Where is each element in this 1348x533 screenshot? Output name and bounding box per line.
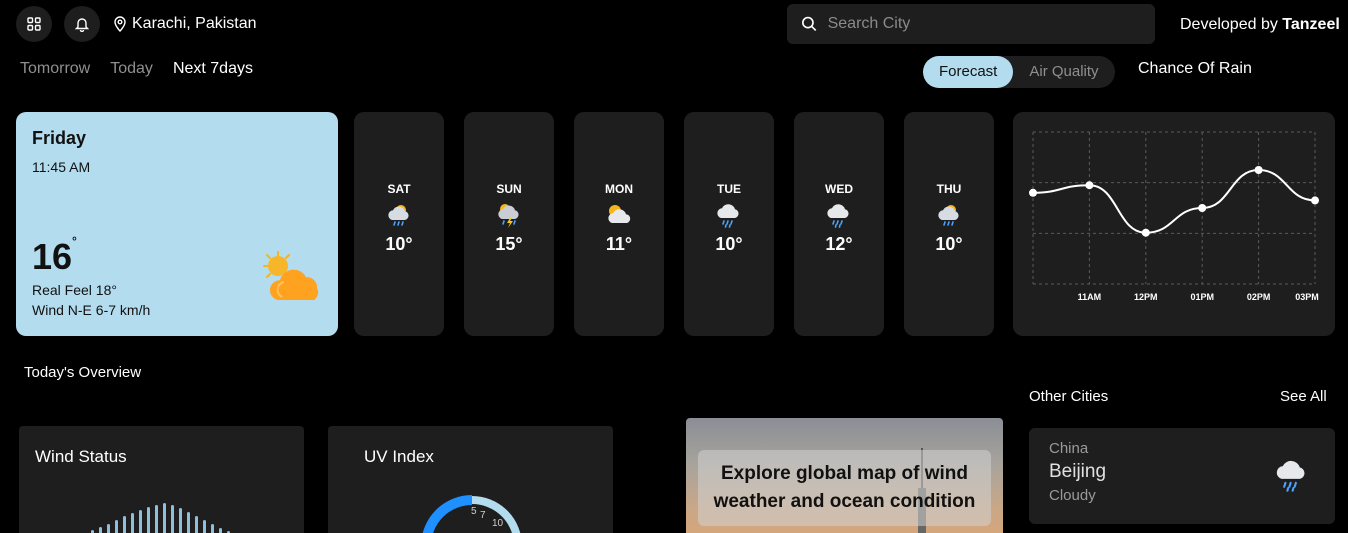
day-card-mon[interactable]: MON 11° bbox=[574, 112, 664, 336]
sun-cloud-icon bbox=[263, 251, 319, 300]
day-temp: 10° bbox=[385, 234, 413, 254]
day-card-tue[interactable]: TUE 10° bbox=[684, 112, 774, 336]
today-day: Friday bbox=[32, 128, 87, 148]
search-bar[interactable] bbox=[787, 4, 1155, 44]
day-card-wed[interactable]: WED 12° bbox=[794, 112, 884, 336]
chance-of-rain-title: Chance Of Rain bbox=[1138, 60, 1252, 77]
current-location[interactable]: Karachi, Pakistan bbox=[114, 15, 257, 33]
tab-today[interactable]: Today bbox=[110, 60, 153, 78]
search-input[interactable] bbox=[827, 15, 1141, 33]
day-name: SAT bbox=[387, 182, 411, 196]
apps-button[interactable] bbox=[16, 6, 52, 42]
day-name: MON bbox=[605, 182, 633, 196]
day-name: TUE bbox=[717, 182, 741, 196]
day-temp: 10° bbox=[715, 234, 743, 254]
chart-grid bbox=[1032, 131, 1316, 285]
day-card-sat[interactable]: SAT 10° bbox=[354, 112, 444, 336]
rain-cloud-icon bbox=[1276, 460, 1305, 492]
day-name: THU bbox=[936, 182, 962, 196]
forecast-toggle-button[interactable]: Forecast bbox=[923, 56, 1014, 88]
uv-tick-7: 7 bbox=[480, 510, 486, 521]
rain-data-point bbox=[1198, 204, 1207, 212]
today-temp-value: 16 bbox=[32, 236, 73, 277]
day-name: SUN bbox=[496, 182, 522, 196]
map-pin-icon bbox=[114, 16, 126, 32]
uv-index-card[interactable]: UV Index 5 7 10 bbox=[328, 426, 613, 533]
sun-cloud-icon bbox=[608, 205, 631, 223]
today-weather-card[interactable]: Friday 11:45 AM 16° Real Feel 18° Wind N… bbox=[16, 112, 338, 336]
developer-name: Tanzeel bbox=[1282, 16, 1340, 33]
wind-status-card[interactable]: Wind Status bbox=[19, 426, 304, 533]
developer-prefix: Developed by bbox=[1180, 16, 1278, 33]
x-tick-label: 12PM bbox=[1134, 292, 1158, 302]
week-forecast: SAT 10° SUN 15° MON 11° TUE 10° WED 12° … bbox=[354, 112, 994, 336]
global-map-banner[interactable]: Explore global map of wind weather and o… bbox=[686, 418, 1003, 533]
day-card-thu[interactable]: THU 10° bbox=[904, 112, 994, 336]
rain-data-point bbox=[1311, 196, 1319, 205]
rain-chart-svg: 11AM 12PM 01PM 02PM 03PM bbox=[1029, 131, 1319, 302]
other-cities-title: Other Cities bbox=[1029, 388, 1109, 405]
uv-tick-5: 5 bbox=[471, 506, 477, 517]
day-temp: 12° bbox=[825, 234, 853, 254]
day-temp: 15° bbox=[495, 234, 523, 254]
degree-symbol: ° bbox=[72, 234, 77, 248]
chance-of-rain-chart: 11AM 12PM 01PM 02PM 03PM bbox=[1013, 112, 1335, 336]
day-temp: 10° bbox=[935, 234, 963, 254]
developer-credit: Developed by Tanzeel bbox=[1180, 16, 1340, 34]
sun-storm-cloud-icon bbox=[498, 204, 519, 228]
uv-gauge-fill bbox=[422, 495, 473, 533]
day-card-sun[interactable]: SUN 15° bbox=[464, 112, 554, 336]
sun-rain-cloud-icon bbox=[388, 205, 409, 226]
notifications-button[interactable] bbox=[64, 6, 100, 42]
city-card-beijing[interactable]: China Beijing Cloudy bbox=[1029, 428, 1335, 524]
sun-rain-cloud-icon bbox=[938, 205, 959, 226]
rain-data-point bbox=[1141, 228, 1150, 237]
uv-index-title: UV Index bbox=[364, 447, 434, 466]
uv-gauge: 5 7 10 bbox=[422, 495, 521, 533]
grid-icon bbox=[27, 17, 41, 31]
rain-series-line bbox=[1032, 168, 1316, 234]
x-tick-label: 01PM bbox=[1190, 292, 1214, 302]
city-country: China bbox=[1049, 440, 1089, 457]
wind-status-title: Wind Status bbox=[35, 447, 127, 466]
overview-title: Today's Overview bbox=[24, 364, 142, 381]
real-feel: Real Feel 18° bbox=[32, 282, 117, 298]
x-tick-label: 03PM bbox=[1295, 292, 1319, 302]
location-label: Karachi, Pakistan bbox=[132, 15, 257, 32]
wind-bars-graphic bbox=[91, 503, 230, 533]
forecast-range-tabs: Tomorrow Today Next 7days bbox=[20, 60, 253, 78]
rain-data-point bbox=[1029, 188, 1037, 197]
view-toggle: Forecast Air Quality bbox=[923, 56, 1115, 88]
see-all-link[interactable]: See All bbox=[1280, 388, 1327, 405]
rain-data-point bbox=[1254, 166, 1263, 174]
air-quality-toggle-button[interactable]: Air Quality bbox=[1013, 56, 1114, 88]
search-icon bbox=[802, 16, 817, 32]
rain-data-point bbox=[1085, 181, 1094, 190]
tab-next-7days[interactable]: Next 7days bbox=[173, 60, 253, 78]
x-tick-label: 11AM bbox=[1078, 292, 1102, 302]
wind-info: Wind N-E 6-7 km/h bbox=[32, 302, 151, 318]
tab-tomorrow[interactable]: Tomorrow bbox=[20, 60, 90, 78]
map-banner-text: Explore global map of wind weather and o… bbox=[698, 450, 991, 526]
bell-icon bbox=[75, 18, 89, 32]
x-tick-label: 02PM bbox=[1247, 292, 1271, 302]
rain-cloud-icon bbox=[717, 204, 739, 228]
day-name: WED bbox=[825, 182, 853, 196]
rain-cloud-icon bbox=[827, 204, 849, 228]
day-temp: 11° bbox=[605, 234, 633, 254]
uv-tick-10: 10 bbox=[492, 518, 504, 529]
today-temperature: 16° bbox=[32, 234, 77, 278]
today-time: 11:45 AM bbox=[32, 159, 91, 175]
